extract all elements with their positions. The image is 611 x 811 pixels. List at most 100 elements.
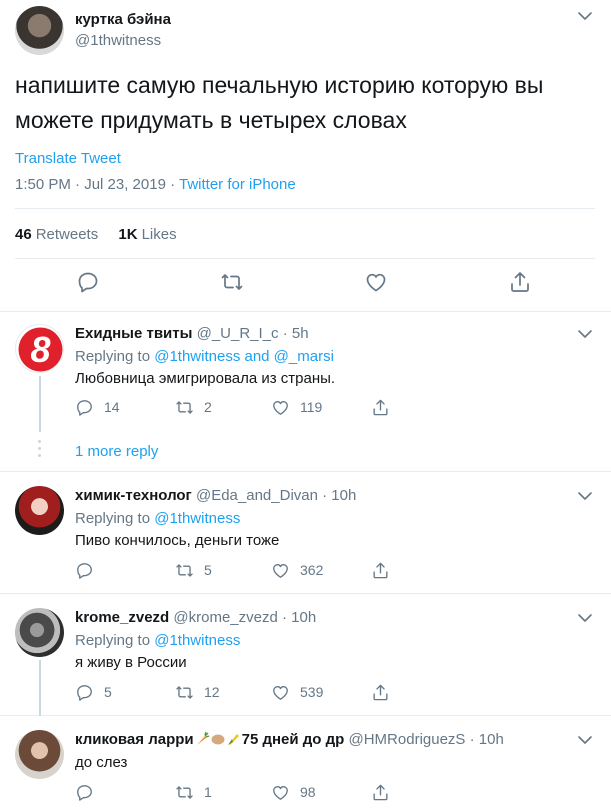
tweet-source[interactable]: Twitter for iPhone — [179, 176, 296, 193]
retweet-button[interactable]: 2 — [175, 397, 212, 417]
carrot-emoji-icon — [196, 731, 209, 745]
reply-author-handle[interactable]: @Eda_and_Divan · 10h — [196, 487, 356, 504]
replying-to-link[interactable]: @1thwitness — [154, 632, 240, 649]
share-icon[interactable] — [508, 270, 532, 294]
heart-icon — [271, 398, 290, 417]
retweet-button[interactable]: 1 — [175, 782, 212, 802]
reply-author-name[interactable]: химик-технолог — [75, 487, 192, 504]
share-button[interactable] — [371, 682, 400, 702]
heart-icon[interactable] — [364, 270, 388, 294]
avatar[interactable] — [15, 486, 64, 535]
like-count: 119 — [300, 399, 323, 415]
reply-actions: 1 98 — [75, 782, 475, 804]
divider — [15, 258, 595, 259]
divider — [15, 208, 595, 209]
chevron-down-icon[interactable] — [577, 10, 593, 22]
avatar[interactable] — [15, 608, 64, 657]
reply-button[interactable] — [75, 782, 104, 802]
svg-text:8: 8 — [30, 329, 50, 370]
translate-tweet-link[interactable]: Translate Tweet — [15, 150, 121, 167]
reply-author-name[interactable]: Ехидные твиты — [75, 325, 192, 342]
retweet-button[interactable]: 12 — [175, 682, 220, 702]
reply-tweet[interactable]: кликовая ларри 75 дней до др @HMRodriguez… — [0, 716, 611, 811]
replying-to-prefix: Replying to — [75, 510, 155, 527]
reply-button[interactable] — [75, 560, 104, 580]
like-count: 362 — [300, 562, 324, 578]
reply-icon — [75, 398, 94, 417]
retweet-count: 2 — [204, 399, 212, 415]
retweets-count[interactable]: 46 — [15, 226, 32, 243]
reply-icon[interactable] — [76, 270, 100, 294]
reply-actions: 5 12 539 — [75, 682, 475, 704]
like-button[interactable]: 119 — [271, 397, 322, 417]
like-button[interactable]: 539 — [271, 682, 323, 702]
tweet-actions — [0, 270, 611, 300]
retweet-icon — [175, 398, 194, 417]
reply-author-handle[interactable]: @HMRodriguezS · 10h — [349, 731, 504, 748]
main-tweet: куртка бэйна @1thwitness напишите самую … — [0, 0, 611, 312]
reply-count: 5 — [104, 684, 112, 700]
reply-icon — [75, 561, 94, 580]
tweet-timestamp[interactable]: 1:50 PM · Jul 23, 2019 · — [15, 176, 179, 193]
chevron-down-icon[interactable] — [577, 328, 593, 340]
share-icon — [371, 683, 390, 702]
replying-to: Replying to @1thwitness and @_marsi — [75, 348, 334, 365]
heart-icon — [271, 683, 290, 702]
thread-line — [39, 376, 41, 432]
reply-header: Ехидные твиты @_U_R_I_c · 5h — [75, 325, 309, 342]
reply-text: Любовница эмигрировала из страны. — [75, 370, 336, 387]
retweet-button[interactable]: 5 — [175, 560, 212, 580]
retweet-icon[interactable] — [220, 270, 244, 294]
potato-emoji-icon — [211, 734, 225, 745]
chevron-down-icon[interactable] — [577, 734, 593, 746]
retweet-count: 1 — [204, 784, 212, 800]
author-avatar[interactable] — [15, 6, 64, 55]
likes-label[interactable]: Likes — [142, 226, 177, 243]
share-button[interactable] — [371, 782, 400, 802]
retweet-icon — [175, 783, 194, 802]
corn-emoji-icon — [227, 734, 239, 745]
replying-to-link[interactable]: @1thwitness — [154, 510, 240, 527]
reply-count: 14 — [104, 399, 120, 415]
replying-to-prefix: Replying to — [75, 632, 155, 649]
like-button[interactable]: 98 — [271, 782, 316, 802]
reply-author-name[interactable]: krome_zvezd — [75, 609, 169, 626]
reply-text: я живу в России — [75, 654, 187, 671]
avatar[interactable] — [15, 730, 64, 779]
reply-author-handle[interactable]: @_U_R_I_c · 5h — [197, 325, 309, 342]
eight-logo-icon: 8 — [18, 327, 63, 372]
author-name[interactable]: куртка бэйна — [75, 11, 171, 28]
tweet-meta: 1:50 PM · Jul 23, 2019 · Twitter for iPh… — [15, 176, 296, 193]
author-handle[interactable]: @1thwitness — [75, 32, 161, 49]
chevron-down-icon[interactable] — [577, 490, 593, 502]
likes-count[interactable]: 1K — [118, 226, 137, 243]
reply-author-name[interactable]: кликовая ларри — [75, 731, 194, 748]
heart-icon — [271, 783, 290, 802]
avatar[interactable]: 8 — [15, 324, 64, 373]
heart-icon — [271, 561, 290, 580]
chevron-down-icon[interactable] — [577, 612, 593, 624]
reply-tweet[interactable]: химик-технолог @Eda_and_Divan · 10h Repl… — [0, 472, 611, 594]
thread-dots — [38, 440, 42, 461]
like-button[interactable]: 362 — [271, 560, 323, 580]
replying-to: Replying to @1thwitness — [75, 632, 240, 649]
reply-tweet[interactable]: krome_zvezd @krome_zvezd · 10h Replying … — [0, 594, 611, 716]
reply-text: Пиво кончилось, деньги тоже — [75, 532, 280, 549]
reply-tweet[interactable]: 8 Ехидные твиты @_U_R_I_c · 5h Replying … — [0, 312, 611, 472]
retweet-count: 5 — [204, 562, 212, 578]
reply-text: до слез — [75, 754, 128, 771]
replying-to-link[interactable]: @1thwitness and @_marsi — [154, 348, 334, 365]
retweet-icon — [175, 561, 194, 580]
more-replies-link[interactable]: 1 more reply — [75, 443, 158, 460]
reply-button[interactable]: 14 — [75, 397, 120, 417]
share-button[interactable] — [371, 397, 400, 417]
share-icon — [371, 561, 390, 580]
reply-author-handle[interactable]: @krome_zvezd · 10h — [173, 609, 316, 626]
share-button[interactable] — [371, 560, 400, 580]
reply-button[interactable]: 5 — [75, 682, 112, 702]
reply-header: химик-технолог @Eda_and_Divan · 10h — [75, 487, 356, 504]
reply-author-name-suffix[interactable]: 75 дней до др — [242, 731, 345, 748]
tweet-stats: 46 Retweets 1K Likes — [15, 226, 177, 243]
share-icon — [371, 783, 390, 802]
retweets-label[interactable]: Retweets — [36, 226, 99, 243]
